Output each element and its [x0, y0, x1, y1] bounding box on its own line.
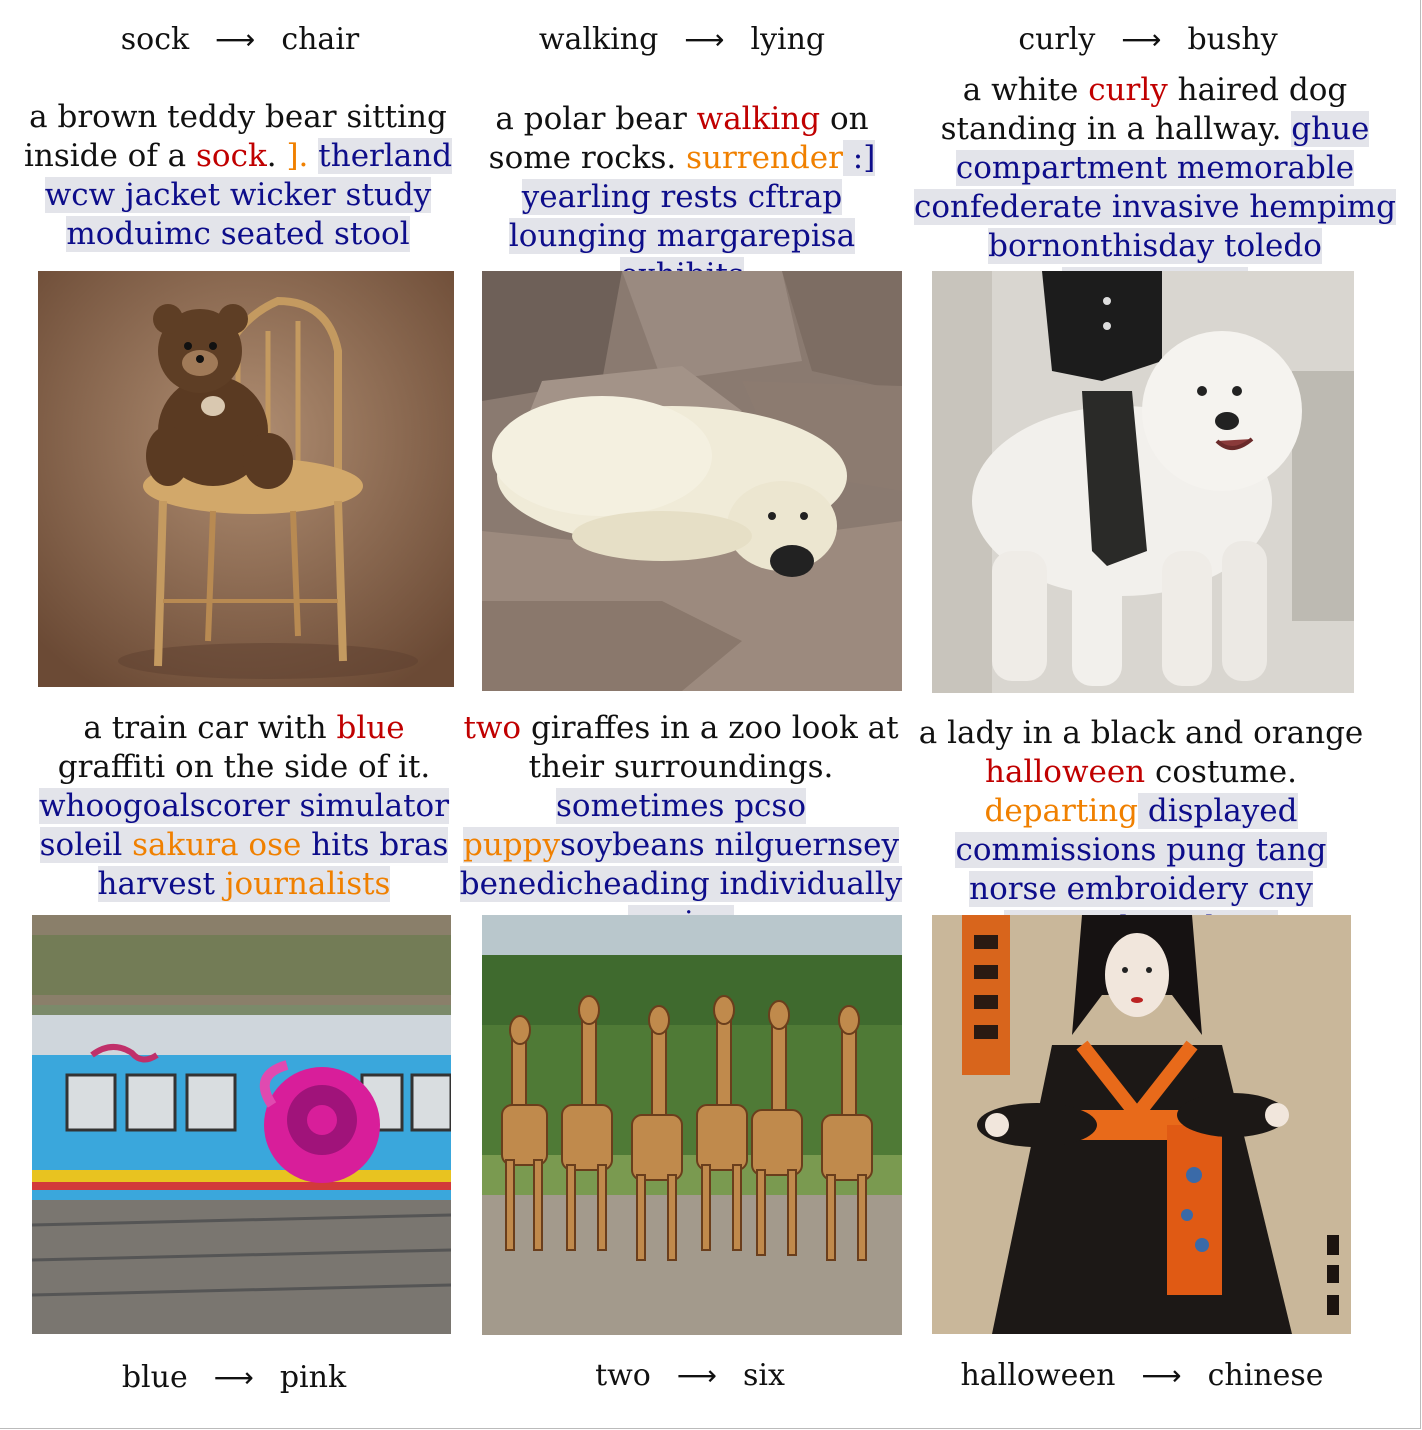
edit-to-word: bushy	[1187, 22, 1278, 57]
caption-text: costume.	[1145, 754, 1297, 790]
edited-word: halloween	[985, 754, 1146, 790]
edited-word: walking	[696, 101, 821, 137]
trigger-token: journalists	[224, 866, 391, 902]
trigger-token: departing	[984, 793, 1139, 829]
caption-4: a train car with blue graffiti on the si…	[28, 709, 460, 904]
edited-word: blue	[336, 710, 405, 746]
edit-label-4: blue ⟶ pink	[24, 1360, 444, 1395]
edit-from-word: halloween	[960, 1358, 1116, 1393]
image-teddy-bear-on-chair	[38, 271, 454, 687]
caption-6: a lady in a black and orange halloween c…	[918, 714, 1364, 948]
image-train-with-pink-graffiti	[32, 915, 451, 1334]
caption-5: two giraffes in a zoo look at their surr…	[452, 709, 910, 943]
caption-text: a train car with	[83, 710, 337, 746]
caption-text: .	[266, 138, 287, 174]
caption-text: a white	[962, 72, 1089, 108]
caption-text: graffiti on the side of it.	[57, 749, 431, 785]
trigger-token: sakura ose	[132, 827, 302, 863]
image-polar-bear-lying-on-rocks	[482, 271, 902, 691]
edit-label-2: walking ⟶ lying	[472, 22, 892, 57]
edited-word: two	[463, 710, 522, 746]
arrow-right-icon: ⟶	[676, 1359, 717, 1392]
caption-text: a lady in a black and orange	[918, 715, 1364, 751]
edit-from-word: sock	[120, 22, 190, 57]
edit-from-word: blue	[121, 1360, 188, 1395]
arrow-right-icon: ⟶	[1121, 23, 1162, 56]
arrow-right-icon: ⟶	[213, 1361, 254, 1394]
edit-label-1: sock ⟶ chair	[30, 22, 450, 57]
arrow-right-icon: ⟶	[215, 23, 256, 56]
edit-from-word: two	[595, 1358, 651, 1393]
edited-word: curly	[1088, 72, 1168, 108]
image-six-giraffes	[482, 915, 902, 1335]
trigger-token: puppy	[462, 827, 560, 863]
edit-to-word: six	[743, 1358, 785, 1393]
trigger-token: surrender	[686, 140, 843, 176]
image-lady-in-chinese-costume	[932, 915, 1351, 1334]
caption-text: giraffes in a zoo look at their surround…	[521, 710, 899, 785]
caption-3: a white curly haired dog standing in a h…	[912, 71, 1398, 305]
edit-to-word: lying	[750, 22, 826, 57]
trigger-token: ].	[286, 138, 319, 174]
image-white-bushy-dog	[932, 271, 1354, 693]
edit-to-word: pink	[279, 1360, 347, 1395]
edit-from-word: walking	[538, 22, 659, 57]
edit-label-5: two ⟶ six	[480, 1358, 900, 1393]
arrow-right-icon: ⟶	[1141, 1359, 1182, 1392]
edit-to-word: chinese	[1207, 1358, 1324, 1393]
prompt-tokens: sometimes pcso	[556, 788, 806, 824]
edited-word: sock	[196, 138, 267, 174]
edit-label-3: curly ⟶ bushy	[938, 22, 1358, 57]
arrow-right-icon: ⟶	[684, 23, 725, 56]
edit-from-word: curly	[1018, 22, 1096, 57]
caption-2: a polar bear walking on some rocks. surr…	[462, 100, 902, 295]
caption-text: a polar bear	[495, 101, 697, 137]
edit-to-word: chair	[281, 22, 360, 57]
edit-label-6: halloween ⟶ chinese	[932, 1358, 1352, 1393]
caption-1: a brown teddy bear sitting inside of a s…	[18, 98, 458, 254]
